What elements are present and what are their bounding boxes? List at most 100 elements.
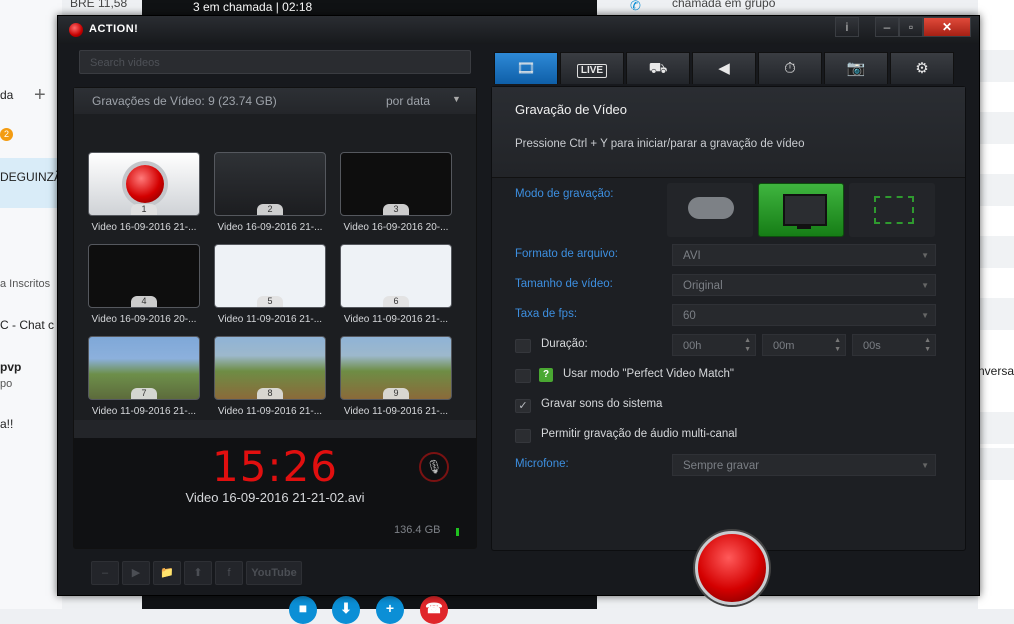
thumbnail-number: 8 <box>257 388 283 399</box>
video-thumbnail[interactable]: 1 <box>88 152 200 216</box>
chevron-down-icon: ▼ <box>921 251 929 260</box>
mic-call-icon[interactable]: ⬇ <box>332 596 360 624</box>
thumbnail-number: 5 <box>257 296 283 307</box>
video-thumbnail[interactable]: 5 <box>214 244 326 308</box>
fps-select[interactable]: 60 ▼ <box>672 304 936 326</box>
app-title: ACTION! <box>89 23 139 35</box>
thumbnail-caption: Video 16-09-2016 21-... <box>91 222 197 233</box>
tab-benchmark[interactable]: ⛟ <box>626 52 690 84</box>
delete-button[interactable]: – <box>91 561 119 585</box>
video-thumbnail[interactable]: 8 <box>214 336 326 400</box>
close-button[interactable]: ✕ <box>923 17 971 37</box>
tab-screenshot[interactable]: 📷 <box>824 52 888 84</box>
call-status: 3 em chamada | 02:18 <box>193 0 313 14</box>
multichannel-label: Permitir gravação de áudio multi-canal <box>541 428 738 440</box>
file-format-value: AVI <box>683 250 701 262</box>
file-format-label: Formato de arquivo: <box>515 248 618 260</box>
system-sounds-checkbox[interactable]: ✓ <box>515 399 531 413</box>
region-mode-button[interactable] <box>849 183 935 237</box>
video-thumbnail[interactable]: 7 <box>88 336 200 400</box>
spinner-arrows-icon[interactable]: ▲ ▼ <box>744 336 751 354</box>
restore-button[interactable]: ▫ <box>899 17 923 37</box>
info-button[interactable]: i <box>835 17 859 37</box>
duration-label: Duração: <box>541 338 588 350</box>
record-button[interactable] <box>695 531 769 605</box>
chevron-down-icon: ▼ <box>921 281 929 290</box>
recordings-count: Gravações de Vídeo: 9 (23.74 GB) <box>92 94 277 108</box>
thumbnail-caption: Video 11-09-2016 21-... <box>343 314 449 325</box>
tab-audio[interactable]: ◀ <box>692 52 756 84</box>
hotkey-hint: Pressione Ctrl + Y para iniciar/parar a … <box>515 138 805 150</box>
background-item: C - Chat c <box>0 318 55 332</box>
perfect-match-label: Usar modo "Perfect Video Match" <box>563 368 734 380</box>
open-folder-button[interactable]: 📁 <box>153 561 181 585</box>
thumbnail-caption: Video 16-09-2016 20-... <box>91 314 197 325</box>
microphone-select[interactable]: Sempre gravar ▼ <box>672 454 936 476</box>
file-format-select[interactable]: AVI ▼ <box>672 244 936 266</box>
thumbnail-caption: Video 16-09-2016 21-... <box>217 222 323 233</box>
desktop-mode-button[interactable] <box>758 183 844 237</box>
thumbnail-number: 3 <box>383 204 409 215</box>
background-row <box>978 298 1014 330</box>
thumbnail-number: 7 <box>131 388 157 399</box>
help-icon[interactable]: ? <box>539 368 553 382</box>
multichannel-checkbox[interactable] <box>515 429 531 443</box>
duration-hours-spinner[interactable]: 00h ▲ ▼ <box>672 334 756 356</box>
recording-timer: 15:26 <box>211 442 339 491</box>
spinner-arrows-icon[interactable]: ▲ ▼ <box>924 336 931 354</box>
add-icon[interactable]: + <box>34 84 46 107</box>
thumbnail-number: 9 <box>383 388 409 399</box>
panel-header: Gravação de Vídeo Pressione Ctrl + Y par… <box>492 87 965 178</box>
video-size-value: Original <box>683 280 723 292</box>
search-input[interactable]: Search videos <box>79 50 471 74</box>
video-thumbnail[interactable]: 3 <box>340 152 452 216</box>
duration-seconds-spinner[interactable]: 00s ▲ ▼ <box>852 334 936 356</box>
video-thumbnail[interactable]: 9 <box>340 336 452 400</box>
monitor-icon <box>783 194 827 229</box>
video-thumbnail[interactable]: 4 <box>88 244 200 308</box>
background-row <box>978 412 1014 444</box>
recording-mode-label: Modo de gravação: <box>515 188 614 200</box>
background-row <box>978 174 1014 206</box>
hangup-icon[interactable]: ☎ <box>420 596 448 624</box>
background-item: DEGUINZÃ <box>0 170 63 184</box>
call-controls-bar <box>142 594 597 609</box>
background-item: a!! <box>0 417 14 431</box>
region-select-icon <box>874 196 914 224</box>
microphone-label: Microfone: <box>515 458 569 470</box>
add-call-icon[interactable]: + <box>376 596 404 624</box>
title-bar[interactable]: ACTION! i – ▫ ✕ <box>58 16 979 44</box>
chevron-down-icon[interactable]: ▼ <box>452 94 461 104</box>
duration-checkbox[interactable] <box>515 339 531 353</box>
tab-video-recording[interactable]: 🎞 <box>494 52 558 84</box>
action-window: ACTION! i – ▫ ✕ Search videos Gravações … <box>57 15 980 605</box>
record-icon <box>126 165 164 203</box>
system-sounds-label: Gravar sons do sistema <box>541 398 663 410</box>
feature-tabs: 🎞 LIVE ⛟ ◀ ⏱ 📷 ⚙ <box>494 52 955 86</box>
video-call-icon[interactable]: ■ <box>289 596 317 624</box>
video-size-select[interactable]: Original ▼ <box>672 274 936 296</box>
thumbnail-number: 1 <box>131 204 157 215</box>
thumbnail-caption: Video 11-09-2016 21-... <box>217 406 323 417</box>
game-mode-button[interactable] <box>667 183 753 237</box>
perfect-match-checkbox[interactable] <box>515 369 531 383</box>
sort-dropdown[interactable]: por data <box>386 94 430 108</box>
microphone-icon[interactable]: 🎙 <box>419 452 449 482</box>
disk-status-indicator <box>456 528 459 536</box>
minimize-button[interactable]: – <box>875 17 899 37</box>
upload-button[interactable]: ⬆ <box>184 561 212 585</box>
spinner-arrows-icon[interactable]: ▲ ▼ <box>834 336 841 354</box>
youtube-button[interactable]: YouTube <box>246 561 302 585</box>
play-button[interactable]: ▶ <box>122 561 150 585</box>
facebook-button[interactable]: f <box>215 561 243 585</box>
video-thumbnail[interactable]: 2 <box>214 152 326 216</box>
video-thumbnail[interactable]: 6 <box>340 244 452 308</box>
tab-timer[interactable]: ⏱ <box>758 52 822 84</box>
background-item: po <box>0 378 13 390</box>
tab-live[interactable]: LIVE <box>560 52 624 84</box>
background-item: da <box>0 88 14 102</box>
tab-settings[interactable]: ⚙ <box>890 52 954 84</box>
duration-minutes-spinner[interactable]: 00m ▲ ▼ <box>762 334 846 356</box>
background-text: BRE 11,58 <box>70 0 128 10</box>
notification-badge: 2 <box>0 128 13 141</box>
